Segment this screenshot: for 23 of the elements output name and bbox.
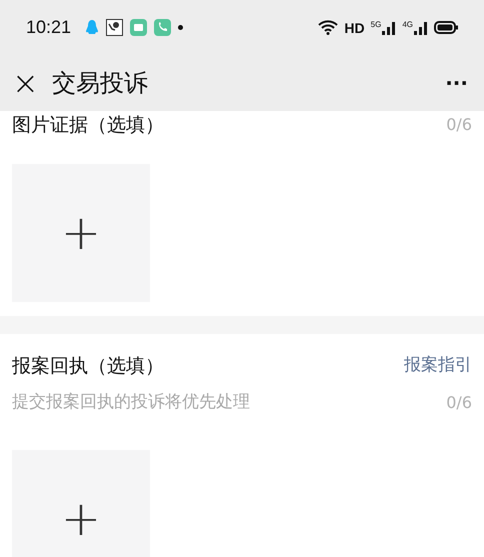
- add-photo-button[interactable]: +: [12, 450, 150, 557]
- section-title: 图片证据（选填）: [12, 113, 164, 138]
- signal-label: 4G: [402, 20, 413, 28]
- section-hint: 提交报案回执的投诉将优先处理: [12, 391, 250, 414]
- message-app-icon: [130, 19, 148, 36]
- more-button[interactable]: ···: [445, 73, 472, 93]
- signal-bars-icon: [414, 20, 428, 34]
- section-title: 报案回执（选填）: [12, 354, 164, 378]
- page-title: 交易投诉: [52, 68, 148, 99]
- add-photo-button[interactable]: +: [12, 164, 150, 302]
- wifi-icon: [318, 20, 338, 35]
- photo-counter: 0/6: [446, 114, 472, 136]
- battery-icon: [434, 21, 458, 34]
- contact-card-icon: [106, 19, 124, 36]
- network-label: HD: [344, 20, 365, 34]
- photo-counter: 0/6: [446, 392, 472, 414]
- phone-app-icon: [154, 19, 172, 36]
- penguin-icon: [85, 19, 100, 36]
- close-button[interactable]: ×: [12, 67, 36, 99]
- guide-link[interactable]: 报案指引: [404, 353, 472, 378]
- signal-bars-icon: [382, 20, 396, 34]
- status-time: 10:21: [26, 16, 72, 39]
- signal-label: 5G: [370, 20, 382, 28]
